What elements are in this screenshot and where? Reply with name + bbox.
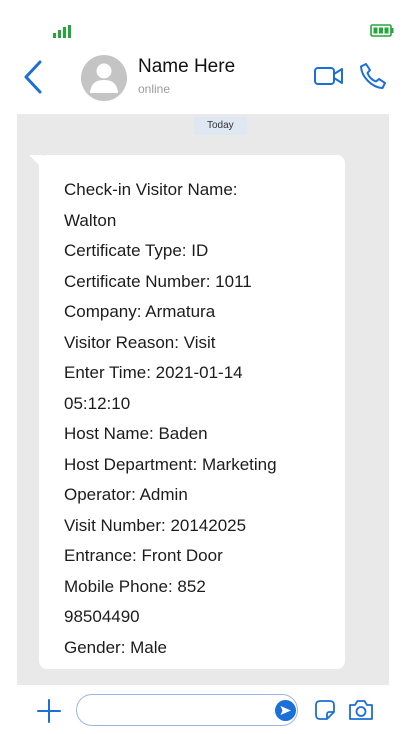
contact-name[interactable]: Name Here <box>138 56 235 78</box>
send-icon[interactable] <box>275 700 296 721</box>
message-line: Walton <box>64 210 117 230</box>
message-line: Host Name: Baden <box>64 424 208 443</box>
camera-icon[interactable] <box>347 698 375 722</box>
status-bar <box>0 0 406 44</box>
message-line: Entrance: Front Door <box>64 546 223 565</box>
message-line: Operator: Admin <box>64 485 188 504</box>
message-line: Visit Number: 20142025 <box>64 515 247 535</box>
plus-icon[interactable] <box>35 697 63 725</box>
phone-icon[interactable] <box>358 61 388 91</box>
message-line: Gender: Male <box>64 637 167 657</box>
message-line: Check-in Visitor Name: <box>64 180 238 199</box>
message-input[interactable] <box>76 694 298 726</box>
presence-status: online <box>138 82 171 96</box>
message-line: Certificate Number: 1011 <box>64 271 252 291</box>
message-line: Host Department: Marketing <box>64 454 277 474</box>
chat-header: Name Here online <box>0 44 406 114</box>
message-line: Visitor Reason: Visit <box>64 332 216 352</box>
message-line: Enter Time: 2021-01-14 <box>64 363 243 382</box>
video-camera-icon[interactable] <box>313 64 345 88</box>
message-line: Company: Armatura <box>64 302 216 321</box>
compose-bar <box>0 685 406 734</box>
chat-area[interactable]: Today Check-in Visitor Name: Walton Cert… <box>17 114 389 685</box>
chevron-left-icon[interactable] <box>20 58 48 96</box>
date-separator: Today <box>194 117 247 135</box>
message-line: Certificate Type: ID <box>64 241 209 260</box>
battery-icon <box>370 24 394 37</box>
message-bubble[interactable]: Check-in Visitor Name: Walton Certificat… <box>39 155 345 669</box>
sticker-icon[interactable] <box>314 699 336 721</box>
message-line: 98504490 <box>64 607 140 626</box>
signal-icon <box>52 25 76 39</box>
message-line: Mobile Phone: 852 <box>64 576 206 596</box>
message-line: 05:12:10 <box>64 393 131 413</box>
user-avatar-icon[interactable] <box>81 55 127 101</box>
